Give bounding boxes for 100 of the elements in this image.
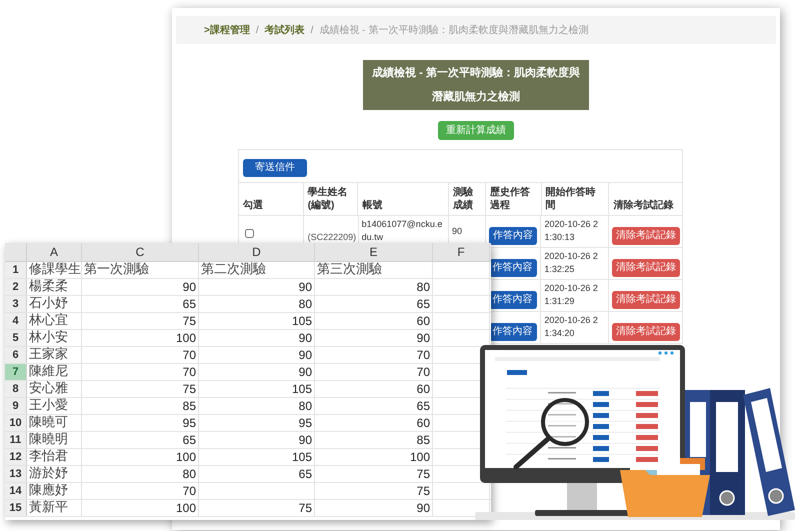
column-letter: A — [50, 244, 58, 261]
score: 90 — [452, 226, 462, 236]
sheet-cell-text: 100 — [176, 449, 196, 466]
column-header: 勾選 — [243, 199, 263, 212]
start-time: 2020-10-26 21:31:29 — [544, 282, 599, 308]
sheet-cell-text: 105 — [292, 449, 312, 466]
answer-content-button[interactable]: 作答內容 — [488, 226, 537, 244]
sheet-cell-text: 95 — [182, 415, 196, 432]
column-header: 清除考試記錄 — [613, 199, 674, 212]
sheet-cell-text: 75 — [416, 483, 430, 500]
sheet-cell-text: 65 — [416, 296, 430, 313]
row-number[interactable]: 9 — [5, 398, 27, 414]
sheet-cell-text: 陳曉明 — [29, 431, 68, 449]
sheet-cell-text: 安心雅 — [29, 380, 68, 398]
sheet-cell-text: 第三次測驗 — [317, 261, 382, 280]
sheet-cell-text: 陳曉可 — [29, 414, 68, 432]
sheet-cell-text: 90 — [298, 364, 312, 381]
sheet-cell-text: 60 — [416, 381, 430, 398]
sheet-cell-text: 石小妤 — [29, 295, 68, 313]
sheet-cell-text: 王家家 — [29, 346, 68, 364]
row-number[interactable]: 8 — [5, 381, 27, 397]
sheet-cell-text: 游於妤 — [29, 465, 68, 483]
sheet-cell-text: 65 — [416, 398, 430, 415]
sheet-cell-text: 100 — [176, 330, 196, 347]
start-time: 2020-10-26 21:34:20 — [544, 314, 599, 340]
breadcrumb-link[interactable]: >課程管理 — [204, 22, 250, 38]
answer-content-button[interactable]: 作答內容 — [488, 290, 537, 308]
sheet-cell-text: 80 — [298, 296, 312, 313]
clear-record-button[interactable]: 清除考試記錄 — [612, 258, 680, 276]
sheet-cell-text: 李怡君 — [29, 448, 68, 466]
sheet-cell-text: 100 — [176, 500, 196, 517]
breadcrumb-link[interactable]: 考試列表 — [264, 22, 305, 38]
sheet-cell-text: 75 — [416, 466, 430, 483]
column-header: 學生姓名 (編號) — [308, 186, 349, 212]
sheet-cell-text: 70 — [182, 347, 196, 364]
sheet-cell-text: 85 — [182, 398, 196, 415]
row-number[interactable]: 14 — [5, 483, 27, 499]
sheet-cell-text: 第二次測驗 — [201, 261, 266, 280]
row-number[interactable]: 6 — [5, 347, 27, 363]
sheet-cell-text: 70 — [182, 364, 196, 381]
row-number[interactable]: 7 — [5, 364, 27, 380]
sheet-cell-text: 林小安 — [29, 329, 68, 347]
sheet-cell-text: 65 — [182, 296, 196, 313]
row-number[interactable]: 4 — [5, 313, 27, 329]
account-email: b14061077@ncku.edu.tw — [362, 218, 444, 244]
answer-content-button[interactable]: 作答內容 — [488, 258, 537, 276]
row-number[interactable]: 12 — [5, 449, 27, 465]
row-number[interactable]: 1 — [5, 262, 27, 278]
row-number[interactable]: 3 — [5, 296, 27, 312]
sheet-cell-text: 75 — [182, 381, 196, 398]
sheet-cell-text: 90 — [416, 500, 430, 517]
sheet-cell-text: 60 — [416, 313, 430, 330]
row-number[interactable]: 15 — [5, 500, 27, 516]
sheet-cell-text: 70 — [416, 364, 430, 381]
sheet-cell-text: 105 — [292, 313, 312, 330]
column-header: 開始作答時間 — [546, 186, 597, 212]
sheet-cell-text: 85 — [416, 432, 430, 449]
sheet-cell-text: 90 — [298, 347, 312, 364]
column-letter: D — [252, 244, 261, 261]
column-letter: E — [369, 244, 378, 261]
sheet-cell-text: 第一次測驗 — [84, 261, 149, 280]
sheet-cell-text: 80 — [416, 279, 430, 296]
sheet-cell-text: 65 — [298, 466, 312, 483]
page-title: 成績檢視 - 第一次平時測驗：肌肉柔軟度與潛藏肌無力之檢測 — [363, 60, 589, 110]
sheet-cell-text: 90 — [298, 432, 312, 449]
column-letter: C — [136, 244, 144, 261]
breadcrumb-separator: / — [310, 24, 314, 38]
row-checkbox[interactable] — [245, 229, 254, 238]
sheet-cell-text: 70 — [182, 483, 196, 500]
sheet-cell-text: 70 — [416, 347, 430, 364]
clear-record-button[interactable]: 清除考試記錄 — [612, 322, 680, 340]
row-number[interactable]: 13 — [5, 466, 27, 482]
sheet-cell-text: 王小愛 — [29, 397, 68, 415]
row-number[interactable]: 10 — [5, 415, 27, 431]
column-header: 帳號 — [362, 199, 382, 212]
row-number[interactable]: 11 — [5, 432, 27, 448]
row-number[interactable]: 2 — [5, 279, 27, 295]
clear-record-button[interactable]: 清除考試記錄 — [612, 226, 680, 244]
breadcrumb-separator: / — [256, 24, 259, 38]
breadcrumb-current: 成績檢視 - 第一次平時測驗：肌肉柔軟度與潛藏肌無力之檢測 — [319, 24, 588, 38]
start-time: 2020-10-26 21:32:25 — [544, 250, 599, 276]
sheet-cell-text: 林心宜 — [29, 312, 68, 330]
sheet-cell-text: 60 — [416, 415, 430, 432]
sheet-cell-text: 90 — [182, 279, 196, 296]
start-time: 2020-10-26 21:30:13 — [544, 218, 599, 244]
sheet-cell-text: 95 — [298, 415, 312, 432]
answer-content-button[interactable]: 作答內容 — [488, 322, 537, 340]
sheet-cell-text: 75 — [298, 500, 312, 517]
sheet-cell-text: 陳維尼 — [29, 363, 68, 381]
sheet-cell-text: 65 — [182, 432, 196, 449]
sheet-cell-text: 80 — [298, 398, 312, 415]
row-number[interactable]: 5 — [5, 330, 27, 346]
sheet-cell-text: 90 — [416, 330, 430, 347]
send-mail-button[interactable]: 寄送信件 — [243, 158, 307, 176]
sheet-cell-text: 楊柔柔 — [29, 278, 68, 296]
column-letter: F — [457, 244, 465, 261]
clear-record-button[interactable]: 清除考試記錄 — [612, 290, 680, 308]
column-header: 測驗成績 — [453, 186, 474, 212]
column-header: 歷史作答過程 — [490, 186, 531, 212]
sheet-cell-text: 陳應妤 — [29, 482, 68, 500]
